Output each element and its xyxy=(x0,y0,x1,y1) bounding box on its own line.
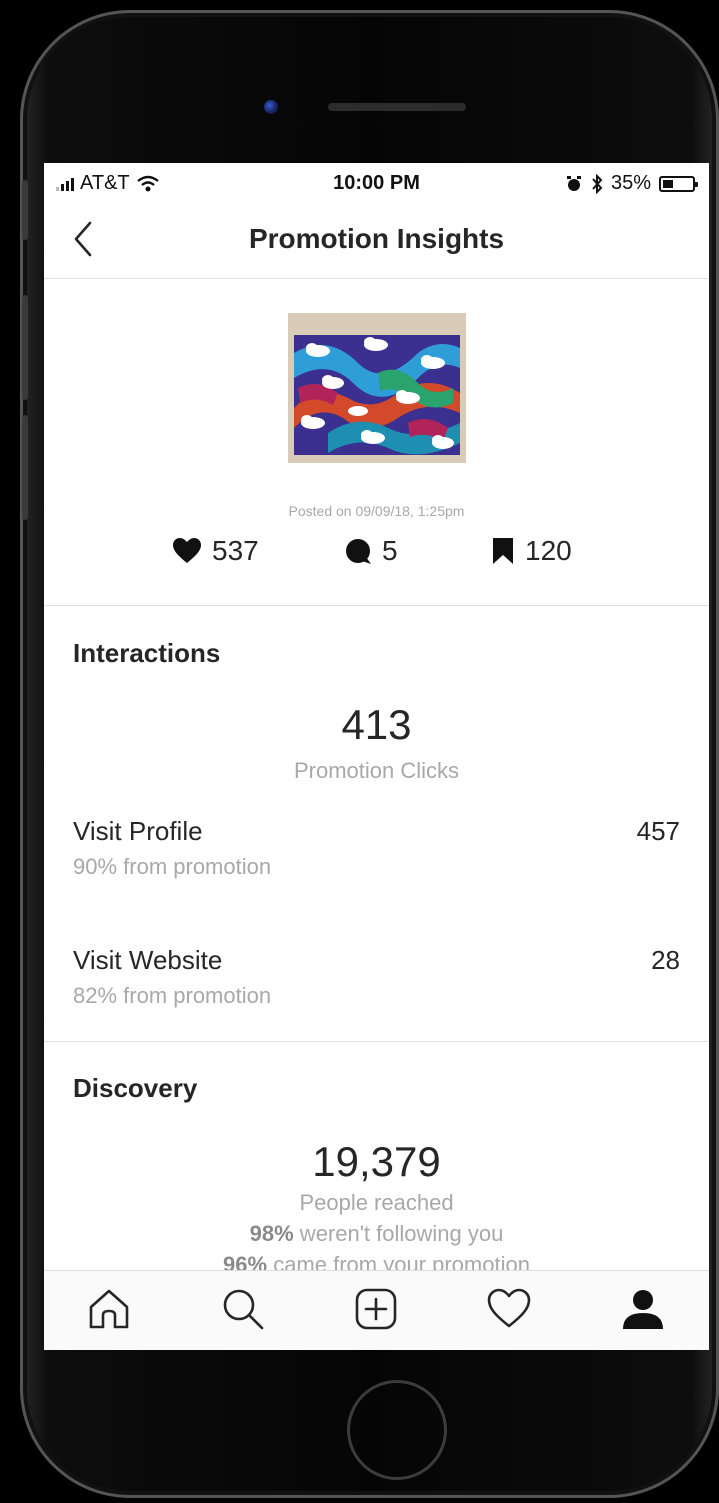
status-bar: AT&T 10:00 PM 35% xyxy=(44,163,709,203)
home-button[interactable] xyxy=(347,1380,447,1480)
screen: AT&T 10:00 PM 35% Promotion Insights Pos… xyxy=(44,163,709,1350)
section-divider xyxy=(44,605,709,606)
people-reached-value: 19,379 xyxy=(312,1138,441,1185)
section-divider xyxy=(44,1041,709,1042)
volume-down-button xyxy=(22,415,28,520)
heart-icon xyxy=(487,1288,531,1328)
saves-count: 120 xyxy=(525,535,572,566)
people-reached-label: People reached xyxy=(299,1190,454,1215)
heart-filled-icon xyxy=(173,538,201,563)
visit-profile-sub: 90% from promotion xyxy=(73,854,272,879)
visit-profile-label: Visit Profile xyxy=(73,816,203,846)
not-following-line: 98% weren't following you xyxy=(44,1221,709,1247)
comments-count: 5 xyxy=(382,535,398,566)
tab-profile[interactable] xyxy=(619,1285,667,1333)
tab-activity[interactable] xyxy=(485,1285,533,1333)
page-title: Promotion Insights xyxy=(248,223,505,254)
earpiece-speaker xyxy=(328,103,466,111)
post-stats: 537 5 120 xyxy=(44,535,709,575)
not-following-text: weren't following you xyxy=(293,1221,504,1246)
posted-timestamp: Posted on 09/09/18, 1:25pm xyxy=(288,503,465,519)
battery-icon xyxy=(659,175,698,192)
bluetooth-icon xyxy=(592,173,603,194)
likes-count: 537 xyxy=(212,535,259,566)
tab-home[interactable] xyxy=(85,1285,133,1333)
visit-website-value: 28 xyxy=(651,945,680,975)
front-camera xyxy=(264,100,278,114)
promotion-clicks-label: Promotion Clicks xyxy=(293,758,460,783)
tab-add[interactable] xyxy=(352,1285,400,1333)
not-following-pct: 98% xyxy=(249,1221,294,1246)
post-artwork-image xyxy=(288,313,466,463)
home-icon xyxy=(89,1289,129,1329)
add-icon xyxy=(355,1288,397,1330)
comment-bubble-icon xyxy=(346,539,371,564)
search-icon xyxy=(223,1289,264,1330)
volume-up-button xyxy=(22,295,28,400)
comments-stat: 5 xyxy=(344,535,398,567)
battery-percent: 35% xyxy=(610,172,651,194)
interactions-title: Interactions xyxy=(73,638,221,668)
visit-website-label: Visit Website xyxy=(73,945,223,975)
tab-bar xyxy=(44,1270,709,1350)
tab-search[interactable] xyxy=(219,1285,267,1333)
profile-icon xyxy=(623,1290,663,1329)
discovery-title: Discovery xyxy=(73,1073,198,1103)
post-thumbnail[interactable] xyxy=(288,313,466,463)
visit-website-sub: 82% from promotion xyxy=(73,983,272,1008)
bookmark-icon xyxy=(493,538,513,564)
saves-stat: 120 xyxy=(491,535,572,567)
alarm-icon xyxy=(566,175,581,191)
promotion-clicks-value: 413 xyxy=(341,701,412,748)
likes-stat: 537 xyxy=(172,535,259,567)
visit-profile-value: 457 xyxy=(636,816,680,846)
mute-switch xyxy=(22,180,28,240)
nav-bar: Promotion Insights xyxy=(44,203,709,279)
